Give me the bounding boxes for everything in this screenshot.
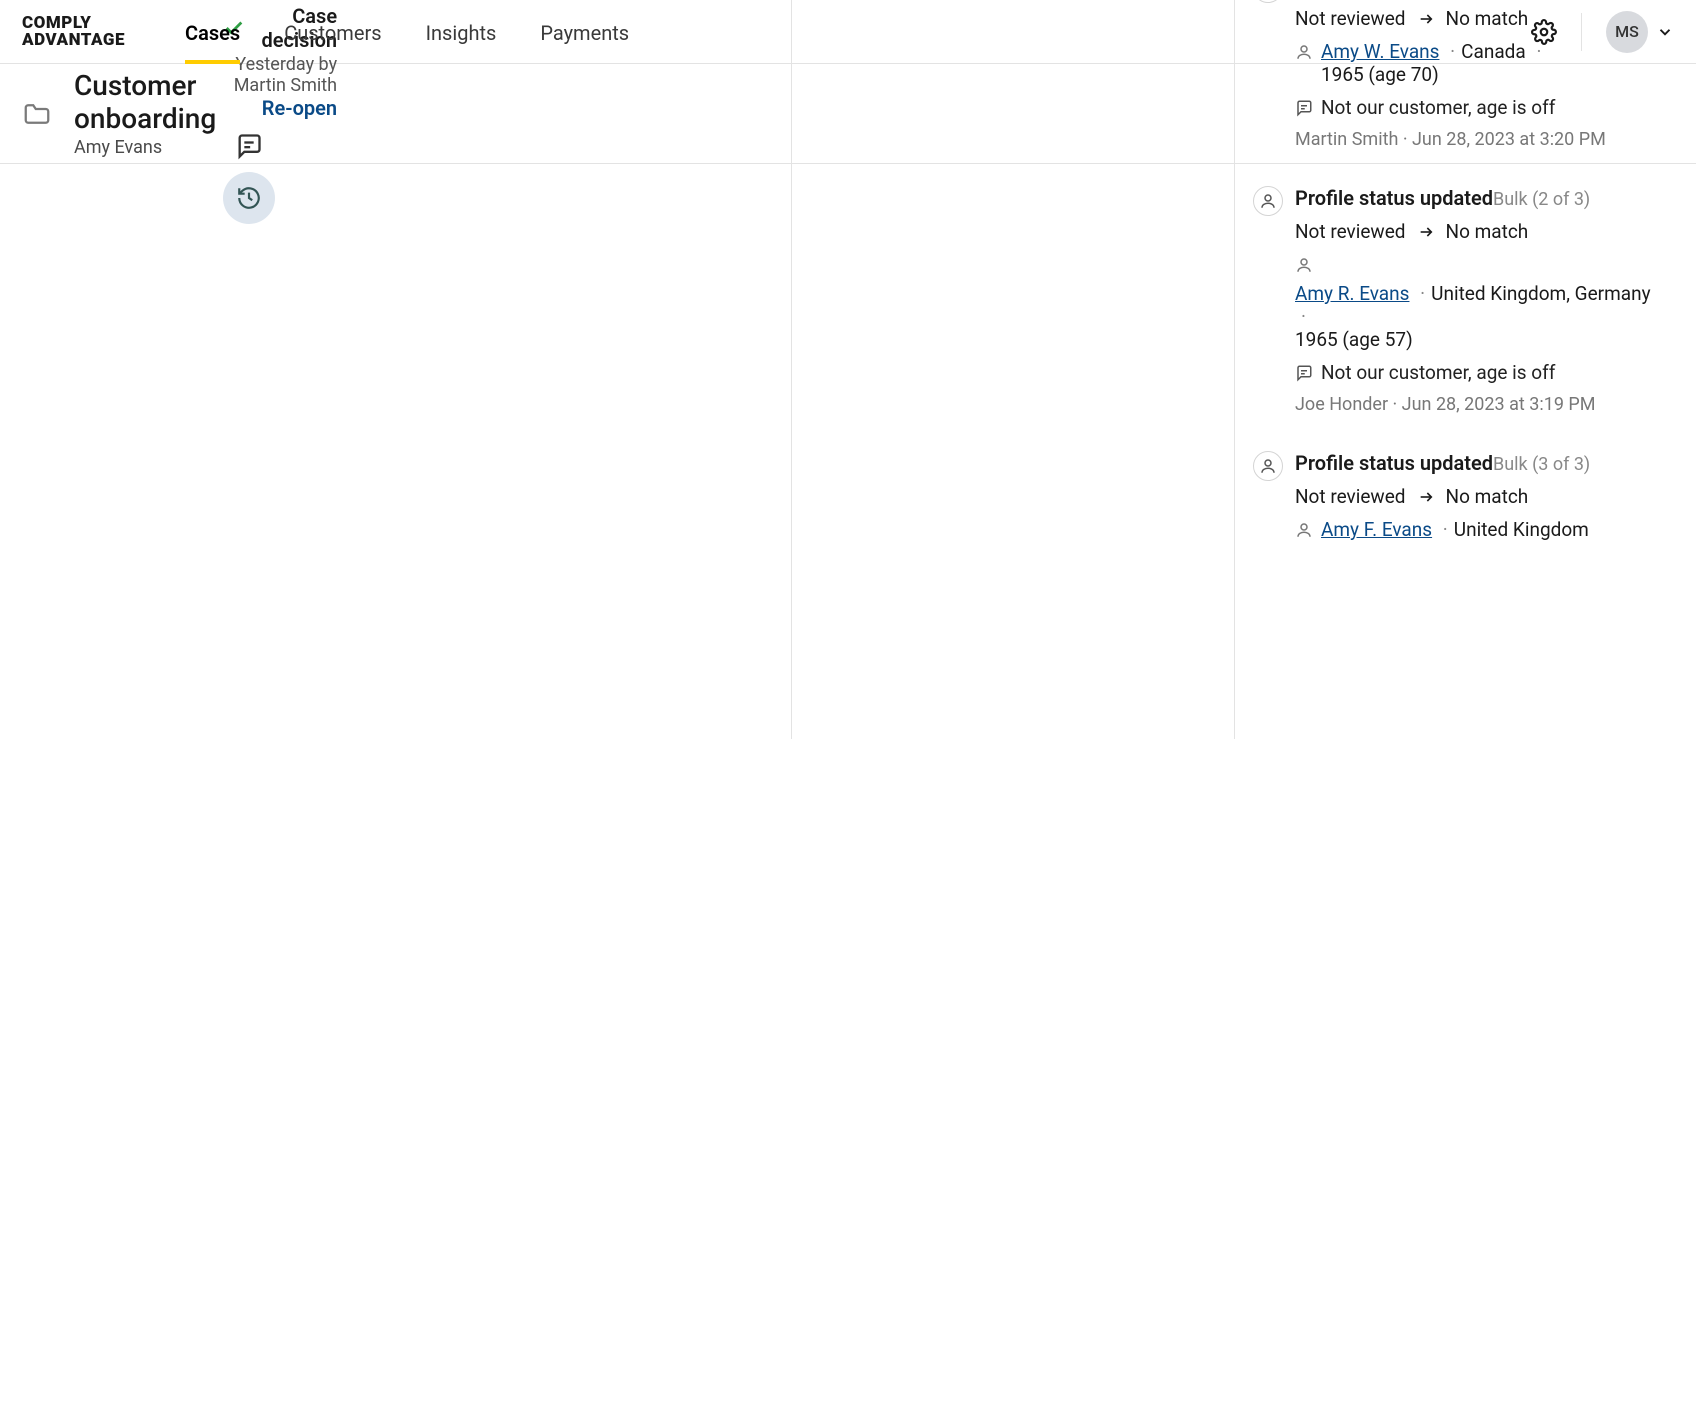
audit-log-item: Profile status updatedBulk (3 of 3) Not … <box>1253 451 1652 541</box>
log-person-dob <box>1295 305 1312 328</box>
person-icon <box>1295 43 1313 61</box>
message-icon <box>1295 364 1313 384</box>
audit-log-item: Profile status updatedBulk (2 of 3) Not … <box>1253 186 1652 415</box>
log-note-text: Not our customer, age is off <box>1321 96 1555 119</box>
case-header-bar: Customer onboarding Amy Evans Case decis… <box>0 64 1696 164</box>
log-status-from: Not reviewed <box>1295 220 1406 243</box>
tab-insights[interactable]: Insights <box>426 1 497 63</box>
audit-panel: Audit logs Today Profile status updated … <box>1234 0 1674 739</box>
reopen-button[interactable]: Re-open <box>262 96 337 120</box>
log-status-to: No match <box>1446 485 1529 508</box>
arrow-right-icon <box>1418 224 1434 240</box>
tab-customers[interactable]: Customers <box>284 1 381 63</box>
log-tag: Bulk (2 of 3) <box>1493 189 1590 210</box>
tab-cases[interactable]: Cases <box>185 1 240 63</box>
audit-body[interactable]: Today Profile status updated In progress… <box>1235 0 1674 577</box>
log-status-to: No match <box>1446 7 1529 30</box>
log-person-link[interactable]: Amy R. Evans <box>1295 282 1409 305</box>
log-person-link[interactable]: Amy W. Evans <box>1321 40 1439 63</box>
screening-panel: Screening results Name Countries Date of… <box>792 0 1234 739</box>
history-icon[interactable] <box>223 172 275 224</box>
log-person-country: Canada <box>1444 40 1526 63</box>
logo-line2: ADVANTAGE <box>22 32 125 48</box>
log-note-text: Not our customer, age is off <box>1321 361 1555 384</box>
person-icon <box>1295 521 1313 539</box>
log-type-icon <box>1253 0 1283 3</box>
comments-icon[interactable] <box>223 120 275 172</box>
main-content: Customer information Amy Evans Medium ri… <box>337 0 1674 739</box>
log-person-country: United Kingdom <box>1437 518 1589 541</box>
tab-payments[interactable]: Payments <box>540 1 629 63</box>
case-title-block: Customer onboarding Amy Evans <box>74 69 223 158</box>
log-tag: Bulk (3 of 3) <box>1493 454 1590 475</box>
log-person-country: United Kingdom, Germany <box>1414 282 1650 305</box>
log-person-link[interactable]: Amy F. Evans <box>1321 518 1432 541</box>
case-customer-name: Amy Evans <box>74 137 223 158</box>
log-title: Profile status updated <box>1295 186 1493 210</box>
log-type-icon <box>1253 186 1283 216</box>
audit-log-item: Profile status updatedBulk (1 of 3) Not … <box>1253 0 1652 150</box>
log-person-dob <box>1530 40 1547 63</box>
customer-info-panel: Customer information Amy Evans Medium ri… <box>337 0 792 739</box>
log-meta: Martin Smith · Jun 28, 2023 at 3:20 PM <box>1295 129 1652 150</box>
arrow-right-icon <box>1418 11 1434 27</box>
log-title: Profile status updated <box>1295 451 1493 475</box>
log-type-icon <box>1253 451 1283 481</box>
folder-icon <box>22 99 52 129</box>
log-status-from: Not reviewed <box>1295 7 1406 30</box>
message-icon <box>1295 99 1313 119</box>
person-icon <box>1295 256 1313 274</box>
arrow-right-icon <box>1418 489 1434 505</box>
case-title: Customer onboarding <box>74 69 223 135</box>
log-status-from: Not reviewed <box>1295 485 1406 508</box>
brand-logo: COMPLY ADVANTAGE <box>22 15 125 47</box>
log-status-to: No match <box>1446 220 1529 243</box>
log-meta: Joe Honder · Jun 28, 2023 at 3:19 PM <box>1295 394 1652 415</box>
